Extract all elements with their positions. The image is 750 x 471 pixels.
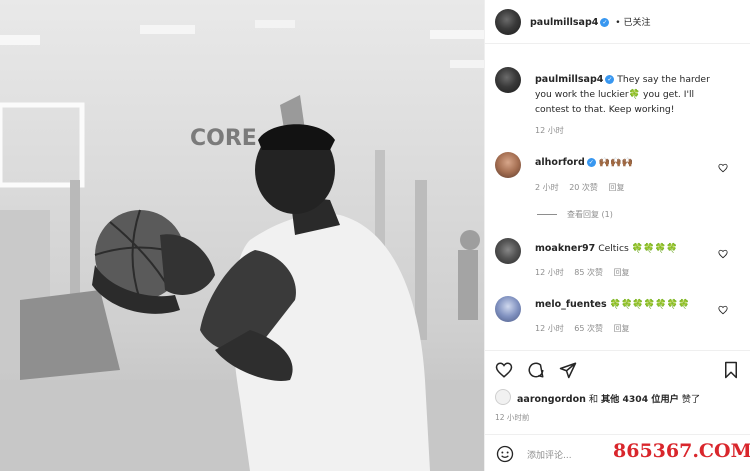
post-photo: CORE bbox=[0, 0, 484, 471]
comment-likes[interactable]: 20 次赞 bbox=[569, 183, 598, 192]
comment-likes[interactable]: 65 次赞 bbox=[574, 324, 603, 333]
svg-text:CORE: CORE bbox=[190, 126, 257, 151]
comment-avatar[interactable] bbox=[495, 296, 521, 322]
comment-text: Celtics 🍀🍀🍀🍀 bbox=[598, 243, 678, 254]
likes-others[interactable]: 其他 4304 位用户 bbox=[601, 394, 679, 405]
add-comment-input[interactable]: 添加评论... bbox=[527, 448, 572, 461]
reply-button[interactable]: 回复 bbox=[614, 268, 630, 277]
reply-button[interactable]: 回复 bbox=[608, 183, 624, 192]
verified-icon: ✓ bbox=[600, 18, 610, 27]
comment-time: 2 小时 bbox=[535, 183, 559, 192]
comment-avatar[interactable] bbox=[495, 152, 521, 178]
author-line: paulmillsap4 ✓ • 已关注 bbox=[530, 15, 650, 28]
watermark: 865367.COM bbox=[613, 440, 750, 462]
bookmark-icon[interactable] bbox=[723, 361, 739, 379]
comment-meta: 2 小时 20 次赞 回复 bbox=[535, 182, 624, 193]
caption: paulmillsap4 ✓ They say the harder you wo… bbox=[535, 72, 710, 117]
likes-and: 和 bbox=[588, 394, 599, 405]
comment-1: alhorford ✓ 🙌🏾🙌🏾🙌🏾 bbox=[535, 157, 633, 168]
comment-likes[interactable]: 85 次赞 bbox=[574, 268, 603, 277]
heart-icon[interactable] bbox=[718, 163, 728, 173]
comment-3: melo_fuentes 🍀🍀🍀🍀🍀🍀🍀 bbox=[535, 299, 690, 310]
comment-text: 🍀🍀🍀🍀🍀🍀🍀 bbox=[609, 299, 690, 310]
heart-icon[interactable] bbox=[718, 305, 728, 315]
comment-time: 12 小时 bbox=[535, 324, 564, 333]
caption-time: 12 小时 bbox=[535, 126, 564, 135]
liker-username[interactable]: aarongordon bbox=[517, 394, 586, 405]
post-image: CORE bbox=[0, 20, 484, 471]
caption-avatar[interactable] bbox=[495, 67, 521, 93]
share-icon[interactable] bbox=[559, 361, 577, 379]
view-replies-button[interactable]: 查看回复 (1) bbox=[567, 209, 613, 220]
dot-separator: • bbox=[615, 18, 621, 28]
emoji-icon[interactable] bbox=[496, 445, 514, 463]
author-avatar[interactable] bbox=[495, 9, 521, 35]
caption-line-1: They say the harder bbox=[617, 74, 710, 85]
comment-2: moakner97 Celtics 🍀🍀🍀🍀 bbox=[535, 243, 677, 254]
comment-meta: 12 小时 85 次赞 回复 bbox=[535, 267, 630, 278]
post-panel: paulmillsap4 ✓ • 已关注 paulmillsap4 ✓ They s… bbox=[484, 0, 750, 471]
comment-username[interactable]: moakner97 bbox=[535, 243, 595, 254]
caption-line-2: you work the luckier🍀 you get. I'll bbox=[535, 89, 695, 100]
reply-button[interactable]: 回复 bbox=[614, 324, 630, 333]
verified-icon: ✓ bbox=[586, 158, 596, 167]
comment-icon[interactable] bbox=[527, 361, 545, 379]
caption-username[interactable]: paulmillsap4 bbox=[535, 74, 603, 85]
post-time: 12 小时前 bbox=[495, 413, 530, 422]
comment-meta: 12 小时 65 次赞 回复 bbox=[535, 323, 630, 334]
replies-divider bbox=[537, 214, 557, 215]
comment-text: 🙌🏾🙌🏾🙌🏾 bbox=[598, 157, 634, 168]
comment-username[interactable]: melo_fuentes bbox=[535, 299, 607, 310]
caption-line-3: contest to that. Keep working! bbox=[535, 104, 675, 115]
heart-icon[interactable] bbox=[495, 361, 513, 379]
liker-avatar[interactable] bbox=[495, 389, 511, 405]
likes-liked: 赞了 bbox=[681, 394, 701, 405]
comment-username[interactable]: alhorford bbox=[535, 157, 585, 168]
heart-icon[interactable] bbox=[718, 249, 728, 259]
post-header: paulmillsap4 ✓ • 已关注 bbox=[485, 0, 750, 44]
actions-divider bbox=[485, 350, 750, 351]
verified-icon: ✓ bbox=[605, 75, 615, 84]
author-username[interactable]: paulmillsap4 bbox=[530, 17, 598, 28]
action-bar bbox=[485, 352, 750, 382]
follow-status[interactable]: 已关注 bbox=[623, 18, 650, 28]
comment-time: 12 小时 bbox=[535, 268, 564, 277]
comment-avatar[interactable] bbox=[495, 238, 521, 264]
likes-line: aarongordon 和 其他 4304 位用户 赞了 bbox=[517, 391, 700, 405]
